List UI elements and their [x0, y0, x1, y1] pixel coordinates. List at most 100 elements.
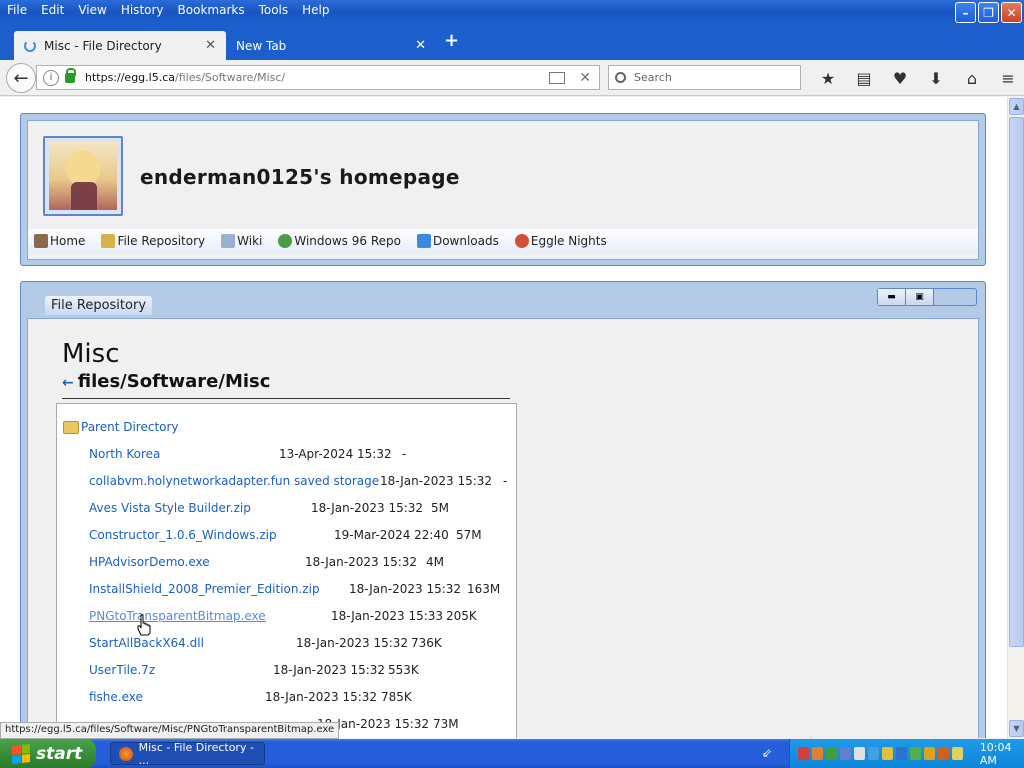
hamburger-menu-icon[interactable]: ≡ — [990, 67, 1024, 89]
tab-new-tab[interactable]: New Tab ✕ — [226, 31, 436, 60]
file-size: 205K — [446, 609, 477, 623]
eggle-icon — [514, 234, 529, 248]
window-titlebar: File Edit View History Bookmarks Tools H… — [0, 0, 1024, 24]
downloads-icon[interactable]: ⬇ — [918, 67, 954, 89]
search-placeholder: Search — [634, 71, 672, 84]
menu-view[interactable]: View — [71, 0, 113, 22]
tab-close-icon[interactable]: ✕ — [415, 38, 426, 53]
tab-label: Misc - File Directory — [44, 38, 162, 53]
repo-window-controls: ▬ ▣ — [877, 288, 977, 306]
file-link[interactable]: collabvm.holynetworkadapter.fun saved st… — [89, 474, 379, 488]
bookmark-star-icon[interactable]: ★ — [810, 67, 846, 89]
download-arrow-icon — [416, 234, 431, 248]
tray-app-icon[interactable] — [881, 747, 893, 760]
tray-app-icon[interactable] — [951, 747, 963, 760]
menu-help[interactable]: Help — [295, 0, 336, 22]
site-nav-label: Downloads — [432, 234, 499, 248]
tray-expand-icon[interactable]: ⇙ — [762, 746, 772, 760]
tray-app-icon[interactable] — [895, 747, 907, 760]
search-input[interactable]: Search — [608, 65, 801, 90]
tab-strip: Misc - File Directory ✕ New Tab ✕ — [0, 24, 1024, 60]
minimize-button[interactable]: – — [955, 2, 976, 23]
table-row: Aves Vista Style Builder.zip 18-Jan-2023 … — [89, 501, 449, 515]
reader-view-icon[interactable] — [549, 71, 566, 84]
repo-maximize-button[interactable]: ▣ — [906, 289, 934, 305]
file-size: 5M — [431, 501, 449, 515]
site-nav-downloads[interactable]: Downloads — [416, 234, 499, 248]
file-size: 785K — [381, 690, 412, 704]
back-arrow-icon[interactable]: ← — [62, 375, 74, 391]
site-nav-wiki[interactable]: Wiki — [221, 234, 262, 248]
table-row: PNGtoTransparentBitmap.exe 18-Jan-2023 15… — [89, 609, 477, 623]
page-title: enderman0125's homepage — [140, 165, 460, 189]
parent-directory-link[interactable]: Parent Directory — [63, 420, 179, 434]
file-date: 18-Jan-2023 15:33 — [331, 609, 444, 623]
site-nav-windows-96-repo[interactable]: Windows 96 Repo — [278, 234, 401, 248]
tray-clock[interactable]: 10:04 AM — [980, 741, 1024, 767]
globe-icon — [278, 234, 293, 248]
file-link[interactable]: InstallShield_2008_Premier_Edition.zip — [89, 582, 320, 596]
repo-minimize-button[interactable]: ▬ — [878, 289, 906, 305]
stop-icon[interactable]: ✕ — [579, 70, 591, 86]
table-row: HPAdvisorDemo.exe 18-Jan-2023 15:32 4M — [89, 555, 444, 569]
file-date: 18-Jan-2023 15:32 — [311, 501, 424, 515]
file-link[interactable]: HPAdvisorDemo.exe — [89, 555, 210, 569]
scroll-down-icon[interactable]: ▼ — [1009, 720, 1024, 737]
tray-app-icon[interactable] — [839, 747, 851, 760]
pocket-icon[interactable]: ♥ — [882, 67, 918, 89]
directory-heading: Misc — [62, 339, 120, 369]
menu-history[interactable]: History — [114, 0, 171, 22]
table-row: collabvm.holynetworkadapter.fun saved st… — [89, 474, 507, 488]
tray-app-icon[interactable] — [853, 747, 865, 760]
menu-tools[interactable]: Tools — [252, 0, 296, 22]
table-row: StartAllBackX64.dll 18-Jan-2023 15:32 736K — [89, 636, 442, 650]
site-header-panel: enderman0125's homepage Home File Reposi… — [20, 113, 986, 266]
reading-list-icon[interactable]: ▤ — [846, 67, 882, 89]
repo-content: Misc ← files/Software/Misc Parent Directo… — [27, 318, 979, 738]
status-url-tooltip: https://egg.l5.ca/files/Software/Misc/PN… — [0, 722, 340, 739]
close-button[interactable]: ✕ — [1001, 2, 1022, 23]
tab-label: New Tab — [236, 38, 287, 53]
file-link[interactable]: fishe.exe — [89, 690, 143, 704]
back-button[interactable]: ← — [6, 63, 36, 93]
tray-app-icon[interactable] — [867, 747, 879, 760]
taskbar-firefox-window[interactable]: Misc - File Directory - ... — [110, 741, 265, 767]
directory-path: ← files/Software/Misc — [62, 371, 510, 399]
site-info-icon[interactable]: i — [43, 69, 59, 86]
tray-app-icon[interactable] — [798, 747, 809, 760]
menu-bookmarks[interactable]: Bookmarks — [171, 0, 252, 22]
site-nav-label: Home — [50, 234, 86, 248]
new-tab-button[interactable]: + — [444, 30, 459, 51]
tab-close-icon[interactable]: ✕ — [205, 38, 216, 53]
start-button[interactable]: start — [0, 739, 96, 768]
tray-app-icon[interactable] — [923, 747, 935, 760]
tray-app-icon[interactable] — [825, 747, 837, 760]
file-link-hovered[interactable]: PNGtoTransparentBitmap.exe — [89, 609, 266, 623]
menu-edit[interactable]: Edit — [34, 0, 71, 22]
file-link[interactable]: North Korea — [89, 447, 160, 461]
file-link[interactable]: StartAllBackX64.dll — [89, 636, 204, 650]
home-icon[interactable]: ⌂ — [954, 67, 990, 89]
file-link[interactable]: Constructor_1.0.6_Windows.zip — [89, 528, 277, 542]
file-link[interactable]: UserTile.7z — [89, 663, 155, 677]
scroll-thumb[interactable] — [1009, 117, 1024, 647]
vertical-scrollbar[interactable]: ▲ ▼ — [1007, 97, 1024, 738]
url-text[interactable]: https://egg.l5.ca/files/Software/Misc/ — [85, 71, 549, 84]
file-repository-panel: File Repository ▬ ▣ Misc ← files/Software… — [20, 281, 986, 738]
site-nav-eggle-nights[interactable]: Eggle Nights — [514, 234, 607, 248]
url-bar[interactable]: i https://egg.l5.ca/files/Software/Misc/… — [36, 65, 600, 90]
tray-app-icon[interactable] — [937, 747, 949, 760]
avatar-image — [49, 142, 117, 210]
menu-file[interactable]: File — [0, 0, 34, 22]
file-link[interactable]: Aves Vista Style Builder.zip — [89, 501, 251, 515]
site-nav-home[interactable]: Home — [34, 234, 85, 248]
tray-app-icon[interactable] — [909, 747, 921, 760]
repo-window-title: File Repository — [45, 296, 153, 315]
table-row: Constructor_1.0.6_Windows.zip 19-Mar-2024… — [89, 528, 482, 542]
tab-misc-file-directory[interactable]: Misc - File Directory ✕ — [14, 31, 226, 60]
site-nav-file-repository[interactable]: File Repository — [101, 234, 205, 248]
scroll-up-icon[interactable]: ▲ — [1009, 98, 1024, 115]
tray-app-icon[interactable] — [811, 747, 823, 760]
site-nav-label: File Repository — [117, 234, 206, 248]
maximize-button[interactable]: ❐ — [978, 2, 999, 23]
